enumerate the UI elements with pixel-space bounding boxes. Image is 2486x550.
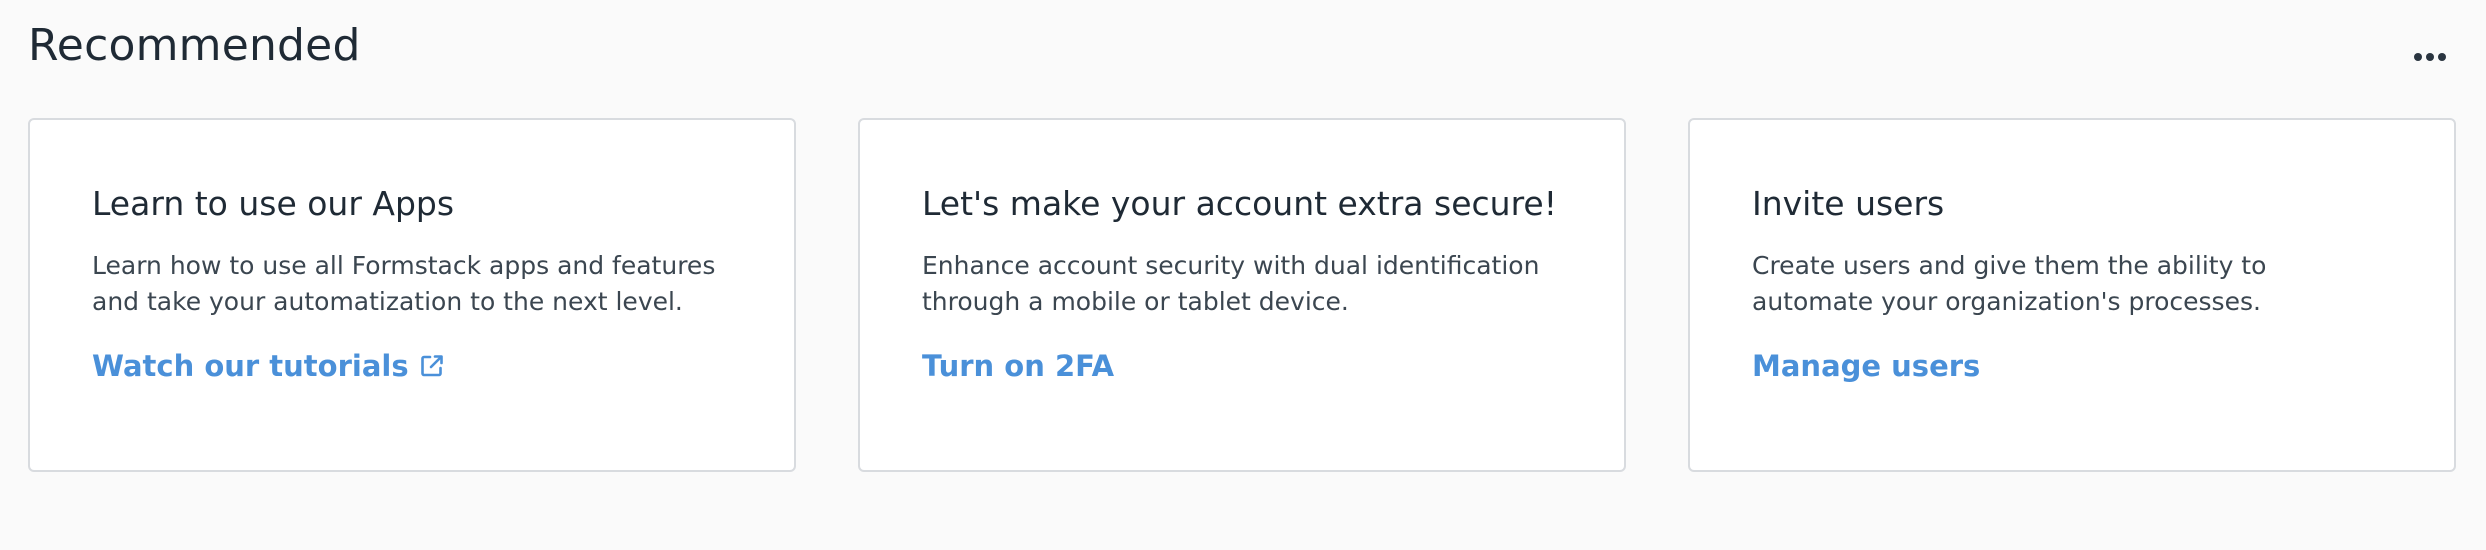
link-label: Turn on 2FA xyxy=(922,349,1115,383)
card-learn-apps: Learn to use our Apps Learn how to use a… xyxy=(28,118,796,472)
ellipsis-icon xyxy=(2413,52,2447,62)
card-title: Learn to use our Apps xyxy=(92,184,455,223)
card-description: Learn how to use all Formstack apps and … xyxy=(92,251,716,316)
card-description: Enhance account security with dual ident… xyxy=(922,251,1540,316)
manage-users-link[interactable]: Manage users xyxy=(1752,346,1980,386)
card-description: Create users and give them the ability t… xyxy=(1752,251,2267,316)
card-title: Let's make your account extra secure! xyxy=(922,184,1557,223)
section-title: Recommended xyxy=(28,20,361,71)
link-label: Watch our tutorials xyxy=(92,349,409,383)
recommended-cards: Learn to use our Apps Learn how to use a… xyxy=(28,118,2456,472)
watch-tutorials-link[interactable]: Watch our tutorials xyxy=(92,346,445,386)
card-invite-users: Invite users Create users and give them … xyxy=(1688,118,2456,472)
more-options-button[interactable] xyxy=(2408,40,2452,74)
card-account-security: Let's make your account extra secure! En… xyxy=(858,118,1626,472)
external-link-icon xyxy=(419,353,445,379)
link-label: Manage users xyxy=(1752,349,1981,383)
card-title: Invite users xyxy=(1752,184,1945,223)
turn-on-2fa-link[interactable]: Turn on 2FA xyxy=(922,346,1114,386)
